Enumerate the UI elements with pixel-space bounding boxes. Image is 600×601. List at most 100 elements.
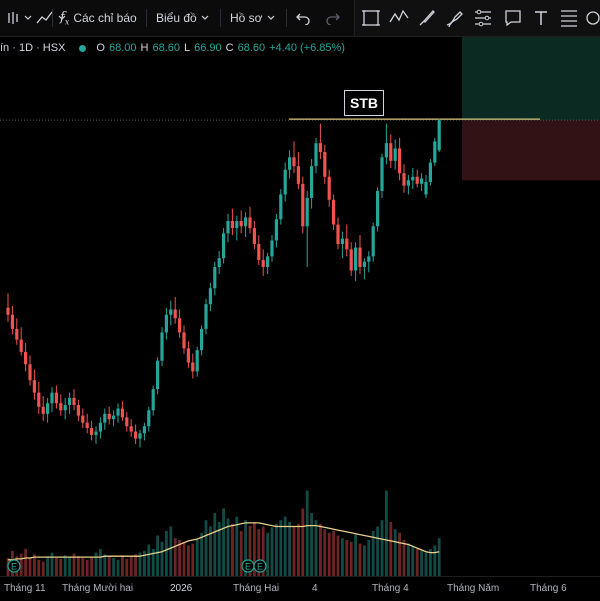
fib-icon[interactable]	[559, 8, 579, 28]
candle-body	[433, 141, 437, 163]
candle-body	[266, 256, 270, 267]
candle-body	[173, 309, 177, 319]
candle	[318, 123, 322, 160]
symbol-label[interactable]: ín · 1D · HSX	[0, 42, 65, 54]
time-axis[interactable]: Tháng 11 Tháng Mười hai 2026 Tháng Hai 4…	[0, 576, 600, 601]
volume-bar	[288, 522, 291, 576]
volume-bar	[107, 556, 111, 576]
volume-bar	[323, 529, 327, 576]
candle-body	[217, 258, 221, 267]
candle-body	[204, 304, 208, 329]
candle	[178, 309, 182, 338]
candle-body	[230, 221, 234, 229]
shapes-icon[interactable]	[583, 8, 600, 28]
pattern-icon[interactable]	[473, 8, 493, 28]
candle	[358, 235, 362, 275]
volume-bar	[270, 527, 274, 576]
text-icon[interactable]	[531, 8, 551, 28]
volume-bar	[314, 520, 318, 576]
undo-button[interactable]	[296, 8, 310, 28]
candle-body	[37, 392, 41, 407]
candle-body	[41, 406, 45, 414]
x-tick: Tháng Hai	[233, 583, 280, 594]
candle-body	[367, 256, 371, 262]
candle-body	[380, 157, 384, 191]
candle	[213, 261, 217, 296]
candle	[6, 293, 10, 322]
candle-body	[314, 143, 318, 167]
volume-bar	[420, 550, 423, 576]
volume-bar	[156, 535, 159, 576]
candle	[274, 213, 278, 248]
candle	[10, 305, 14, 335]
candle-body	[63, 405, 67, 411]
candle-body	[323, 152, 327, 177]
volume-bar	[305, 490, 309, 576]
crosshair-box-icon[interactable]	[361, 8, 381, 28]
candle-body	[103, 413, 107, 423]
candle	[59, 394, 63, 416]
candle	[310, 159, 314, 209]
candle-body	[15, 328, 19, 340]
volume-bar	[358, 543, 362, 576]
volume-bar	[213, 513, 217, 576]
candle	[270, 235, 274, 262]
price-chart[interactable]: EEE	[0, 0, 600, 600]
candle	[244, 212, 248, 237]
redo-button[interactable]	[326, 8, 340, 28]
candle	[292, 141, 296, 174]
path-icon[interactable]	[389, 8, 409, 28]
volume-bar	[385, 490, 388, 576]
candle-body	[200, 328, 204, 351]
chart-layout-button[interactable]: Biểu đồ	[156, 8, 209, 28]
profile-button[interactable]: Hồ sơ	[230, 8, 275, 28]
volume-bar	[112, 558, 115, 576]
ticker-text-box[interactable]: STB	[344, 90, 384, 116]
candle	[85, 413, 89, 434]
candle	[195, 346, 199, 377]
candle-body	[151, 389, 155, 411]
toolbar-divider	[286, 9, 287, 27]
volume-bar	[24, 549, 27, 576]
candle	[362, 258, 366, 280]
brush-icon[interactable]	[417, 8, 437, 28]
candle	[393, 139, 397, 170]
x-tick: Tháng 4	[372, 583, 409, 594]
profile-label: Hồ sơ	[230, 11, 263, 25]
dividend-marker: E	[253, 559, 267, 573]
candle	[151, 385, 155, 416]
candle	[68, 392, 72, 414]
volume-bar	[283, 516, 287, 576]
candle	[288, 150, 292, 179]
candle	[50, 387, 54, 413]
candle	[345, 224, 349, 257]
candle-body	[279, 194, 283, 220]
volume-bar	[393, 529, 397, 576]
candle-body	[288, 157, 292, 170]
candle-body	[226, 221, 230, 234]
open-value: 68.00	[108, 42, 137, 54]
volume-bar	[63, 555, 67, 576]
volume-bar	[160, 541, 164, 576]
candle	[235, 215, 239, 241]
volume-bar	[77, 556, 80, 576]
candle	[76, 399, 80, 421]
candle-body	[332, 199, 336, 225]
candle-body	[362, 261, 366, 267]
chart-label: Biểu đồ	[156, 11, 197, 25]
candle	[314, 137, 318, 174]
candle	[226, 213, 230, 243]
toolbar-divider	[52, 9, 53, 27]
open-label: O	[96, 42, 105, 54]
volume-bar	[200, 532, 203, 576]
volume-bar	[415, 549, 419, 576]
redo-icon	[326, 13, 340, 25]
candle-body	[182, 332, 186, 349]
candle	[340, 231, 344, 259]
chart-type-button[interactable]	[6, 8, 32, 28]
volume-bar	[165, 531, 168, 576]
indicators-button[interactable]: fx Các chỉ báo	[60, 8, 137, 28]
pen-icon[interactable]	[445, 8, 465, 28]
comment-icon[interactable]	[503, 8, 523, 28]
candle-body	[160, 332, 164, 361]
